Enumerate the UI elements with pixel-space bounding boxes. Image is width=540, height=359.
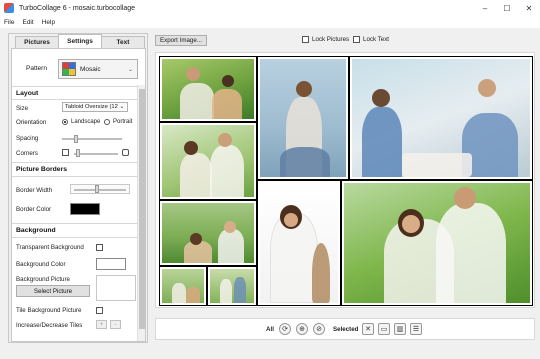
menu-bar: File Edit Help <box>0 16 540 28</box>
orientation-label: Orientation <box>16 119 47 126</box>
collage-photo[interactable] <box>342 181 532 305</box>
border-color-label: Border Color <box>16 206 52 213</box>
title-bar: TurboCollage 6 - mosaic.turbocollage – ☐… <box>0 0 540 16</box>
collage-photo[interactable] <box>258 181 340 305</box>
collage-photo[interactable] <box>160 267 206 305</box>
divider <box>12 99 138 100</box>
minimize-button[interactable]: – <box>474 0 496 16</box>
increase-tiles-button[interactable]: + <box>96 320 107 329</box>
size-label: Size <box>16 105 29 112</box>
divider <box>12 86 138 87</box>
lock-pictures-checkbox[interactable] <box>302 36 309 43</box>
close-button[interactable]: ✕ <box>518 0 540 16</box>
vertical-scrollbar[interactable] <box>137 85 145 341</box>
fit-all-icon[interactable]: ⊘ <box>313 323 325 335</box>
spacing-label: Spacing <box>16 135 39 142</box>
divider <box>12 223 138 224</box>
arrange-toolbar: All ⟳ ⊕ ⊘ Selected ✕ ▭ ▥ ☰ <box>155 318 535 340</box>
window-controls: – ☐ ✕ <box>474 0 540 16</box>
split-horizontal-icon[interactable]: ☰ <box>410 323 422 335</box>
center-all-icon[interactable]: ⊕ <box>296 323 308 335</box>
transparent-background-label: Transparent Background <box>16 244 84 251</box>
corners-slider-thumb[interactable] <box>76 149 80 157</box>
picture-borders-header: Picture Borders <box>16 166 67 173</box>
collage-photo[interactable] <box>160 123 256 199</box>
collage-canvas <box>155 52 535 308</box>
pattern-value: Mosaic <box>80 65 101 73</box>
collage-photo[interactable] <box>258 57 348 179</box>
tile-background-checkbox[interactable] <box>96 307 103 314</box>
background-picture-label: Background Picture <box>16 276 70 283</box>
mosaic-icon <box>62 62 76 76</box>
corners-label: Corners <box>16 150 39 157</box>
border-width-thumb[interactable] <box>95 185 99 193</box>
lock-text-checkbox[interactable] <box>353 36 360 43</box>
lock-text-label: Lock Text <box>363 36 390 43</box>
layout-header: Layout <box>16 90 39 97</box>
border-color-swatch[interactable] <box>70 203 100 215</box>
size-dropdown[interactable]: Tabloid Oversize (12 ⌄ <box>62 102 128 112</box>
split-vertical-icon[interactable]: ▥ <box>394 323 406 335</box>
background-color-swatch[interactable] <box>96 258 126 270</box>
scrollbar-thumb[interactable] <box>139 89 145 329</box>
border-width-slider[interactable] <box>70 184 130 194</box>
landscape-label: Landscape <box>71 119 101 125</box>
decrease-tiles-button[interactable]: - <box>110 320 121 329</box>
pattern-dropdown[interactable]: Mosaic ⌄ <box>58 59 138 79</box>
all-label: All <box>266 326 274 333</box>
lock-pictures-label: Lock Pictures <box>312 36 350 43</box>
portrait-label: Portrait <box>113 119 133 125</box>
shuffle-all-icon[interactable]: ⟳ <box>279 323 291 335</box>
corners-rounded-icon[interactable] <box>122 149 129 156</box>
increase-decrease-tiles-label: Increase/Decrease Tiles <box>16 322 83 329</box>
export-image-button[interactable]: Export Image... <box>155 35 207 46</box>
pattern-row: Pattern Mosaic ⌄ <box>16 57 142 81</box>
maximize-button[interactable]: ☐ <box>496 0 518 16</box>
tab-pictures[interactable]: Pictures <box>15 36 59 48</box>
divider <box>12 162 138 163</box>
panel-tabs: Pictures Settings Text <box>15 34 145 48</box>
settings-panel: Pictures Settings Text Pattern Mosaic ⌄ … <box>8 33 148 343</box>
portrait-radio[interactable] <box>104 119 110 125</box>
tab-text[interactable]: Text <box>101 36 145 48</box>
collage-photo[interactable] <box>208 267 256 305</box>
settings-content: Pattern Mosaic ⌄ Layout Size Tabloid Ove… <box>11 48 146 342</box>
selected-label: Selected <box>333 326 359 333</box>
menu-file[interactable]: File <box>4 19 14 26</box>
background-picture-preview <box>96 275 136 301</box>
spacing-slider-thumb[interactable] <box>74 135 78 143</box>
menu-edit[interactable]: Edit <box>22 19 33 26</box>
border-width-track <box>74 189 126 191</box>
tile-background-label: Tile Background Picture <box>16 307 82 314</box>
transparent-background-checkbox[interactable] <box>96 244 103 251</box>
pattern-label: Pattern <box>26 65 47 72</box>
corners-slider-track <box>74 153 118 155</box>
lock-pictures-option[interactable]: Lock Pictures <box>302 36 349 43</box>
select-picture-button[interactable]: Select Picture <box>16 285 90 297</box>
background-color-label: Background Color <box>16 261 66 268</box>
remove-selected-icon[interactable]: ✕ <box>362 323 374 335</box>
background-header: Background <box>16 227 56 234</box>
border-width-label: Border Width <box>16 187 53 194</box>
collage-photo[interactable] <box>160 201 256 265</box>
lock-text-option[interactable]: Lock Text <box>353 36 389 43</box>
collage-board <box>159 56 533 306</box>
tab-settings[interactable]: Settings <box>58 34 102 48</box>
corners-square-icon[interactable] <box>62 149 69 156</box>
landscape-radio[interactable] <box>62 119 68 125</box>
collage-photo[interactable] <box>160 57 256 121</box>
app-icon <box>4 3 14 13</box>
collage-photo[interactable] <box>350 57 532 179</box>
chevron-down-icon: ⌄ <box>127 67 133 73</box>
divider <box>12 237 138 238</box>
divider <box>12 176 138 177</box>
canvas-toolbar: Export Image... Lock Pictures Lock Text <box>155 33 535 47</box>
spacing-slider-track <box>62 138 122 140</box>
window-title: TurboCollage 6 - mosaic.turbocollage <box>19 4 136 12</box>
menu-help[interactable]: Help <box>42 19 55 26</box>
image-settings-icon[interactable]: ▭ <box>378 323 390 335</box>
